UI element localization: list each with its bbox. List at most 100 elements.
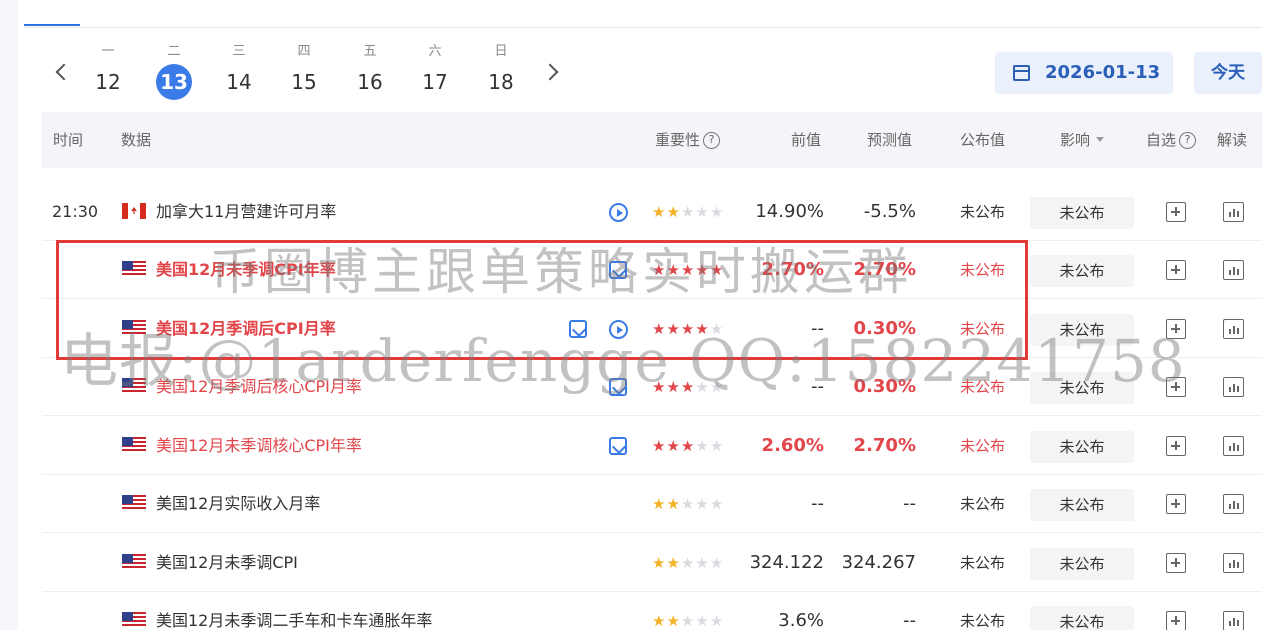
importance-stars-icon: ★★★★★ bbox=[652, 437, 725, 455]
today-button[interactable]: 今天 bbox=[1194, 52, 1262, 94]
previous-value: 324.122 bbox=[749, 552, 824, 573]
add-watch-icon[interactable] bbox=[1166, 436, 1186, 456]
weekday-label: 日 bbox=[494, 44, 508, 59]
header-importance: 重要性? bbox=[655, 112, 721, 168]
forecast-value: 324.267 bbox=[841, 552, 916, 573]
impact-badge: 未公布 bbox=[1030, 431, 1134, 463]
weekday-label: 五 bbox=[363, 44, 377, 59]
day-number: 15 bbox=[291, 70, 317, 94]
header-interpret: 解读 bbox=[1217, 131, 1248, 149]
add-watch-icon[interactable] bbox=[1166, 553, 1186, 573]
play-video-icon[interactable] bbox=[609, 203, 628, 222]
impact-badge: 未公布 bbox=[1030, 372, 1134, 404]
add-watch-icon[interactable] bbox=[1166, 202, 1186, 222]
cube-icon[interactable] bbox=[609, 437, 627, 455]
event-time: 21:30 bbox=[52, 202, 99, 221]
impact-badge: 未公布 bbox=[1030, 548, 1134, 580]
date-value: 2026-01-13 bbox=[1045, 62, 1161, 83]
us-flag-icon bbox=[122, 378, 146, 394]
annotation-box bbox=[56, 240, 1028, 360]
published-value: 未公布 bbox=[960, 437, 1006, 455]
weekday-label: 六 bbox=[428, 44, 442, 59]
importance-stars-icon: ★★★★★ bbox=[652, 378, 725, 396]
importance-stars-icon: ★★★★★ bbox=[652, 554, 725, 572]
header-published: 公布值 bbox=[960, 131, 1006, 149]
day-number: 14 bbox=[226, 70, 252, 94]
day-number: 18 bbox=[488, 70, 514, 94]
event-name[interactable]: 美国12月未季调CPI bbox=[156, 534, 298, 592]
add-watch-icon[interactable] bbox=[1166, 494, 1186, 514]
day-15[interactable]: 四 15 bbox=[284, 42, 324, 100]
previous-value: 14.90% bbox=[755, 201, 824, 222]
next-week-arrow-icon[interactable] bbox=[541, 58, 566, 88]
header-impact[interactable]: 影响 bbox=[1060, 112, 1105, 168]
day-16[interactable]: 五 16 bbox=[350, 42, 390, 100]
previous-value: -- bbox=[811, 493, 824, 514]
importance-stars-icon: ★★★★★ bbox=[652, 203, 725, 221]
prev-week-arrow-icon[interactable] bbox=[48, 58, 73, 88]
chart-icon[interactable] bbox=[1223, 494, 1244, 514]
forecast-value: 0.30% bbox=[853, 376, 916, 397]
header-time: 时间 bbox=[53, 131, 84, 149]
calendar-icon bbox=[1013, 65, 1030, 81]
event-name[interactable]: 加拿大11月营建许可月率 bbox=[156, 183, 336, 241]
weekday-label: 三 bbox=[232, 44, 246, 59]
event-name[interactable]: 美国12月未季调核心CPI年率 bbox=[156, 417, 362, 475]
previous-value: 2.60% bbox=[761, 435, 824, 456]
impact-badge: 未公布 bbox=[1030, 489, 1134, 521]
chart-icon[interactable] bbox=[1223, 436, 1244, 456]
event-name[interactable]: 美国12月未季调二手车和卡车通胀年率 bbox=[156, 592, 432, 630]
day-18[interactable]: 日 18 bbox=[481, 42, 521, 100]
impact-badge: 未公布 bbox=[1030, 197, 1134, 229]
chart-icon[interactable] bbox=[1223, 377, 1244, 397]
forecast-value: -- bbox=[903, 610, 916, 630]
add-watch-icon[interactable] bbox=[1166, 377, 1186, 397]
event-name[interactable]: 美国12月季调后核心CPI月率 bbox=[156, 358, 362, 416]
table-row[interactable]: 21:30 加拿大11月营建许可月率 ★★★★★ 14.90% -5.5% 未公布 未公布 bbox=[42, 183, 1262, 241]
header-data: 数据 bbox=[121, 131, 152, 149]
forecast-value: -5.5% bbox=[863, 201, 916, 222]
chart-icon[interactable] bbox=[1223, 553, 1244, 573]
table-row[interactable]: 美国12月季调后核心CPI月率 ★★★★★ -- 0.30% 未公布 未公布 bbox=[42, 358, 1262, 416]
importance-stars-icon: ★★★★★ bbox=[652, 612, 725, 630]
day-13[interactable]: 二 13 bbox=[154, 42, 194, 100]
add-watch-icon[interactable] bbox=[1166, 260, 1186, 280]
us-flag-icon bbox=[122, 495, 146, 511]
importance-stars-icon: ★★★★★ bbox=[652, 495, 725, 513]
table-row[interactable]: 美国12月未季调CPI ★★★★★ 324.122 324.267 未公布 未公布 bbox=[42, 534, 1262, 592]
chart-icon[interactable] bbox=[1223, 202, 1244, 222]
table-header: 时间 数据 重要性? 前值 预测值 公布值 影响 自选? 解读 bbox=[42, 112, 1262, 168]
event-name[interactable]: 美国12月实际收入月率 bbox=[156, 475, 320, 533]
day-number: 16 bbox=[357, 70, 383, 94]
add-watch-icon[interactable] bbox=[1166, 611, 1186, 630]
forecast-value: -- bbox=[903, 493, 916, 514]
day-14[interactable]: 三 14 bbox=[219, 42, 259, 100]
help-icon[interactable]: ? bbox=[1179, 132, 1197, 149]
published-value: 未公布 bbox=[960, 378, 1006, 396]
previous-value: -- bbox=[811, 376, 824, 397]
forecast-value: 2.70% bbox=[853, 435, 916, 456]
previous-value: 3.6% bbox=[778, 610, 824, 630]
cube-icon[interactable] bbox=[609, 378, 627, 396]
chart-icon[interactable] bbox=[1223, 611, 1244, 630]
day-17[interactable]: 六 17 bbox=[415, 42, 455, 100]
sort-down-icon[interactable] bbox=[1096, 137, 1105, 142]
date-picker[interactable]: 2026-01-13 bbox=[995, 52, 1173, 94]
chart-icon[interactable] bbox=[1223, 260, 1244, 280]
day-12[interactable]: 一 12 bbox=[88, 42, 128, 100]
weekday-label: 四 bbox=[297, 44, 311, 59]
tab-divider bbox=[24, 27, 1262, 28]
day-number: 17 bbox=[422, 70, 448, 94]
chart-icon[interactable] bbox=[1223, 319, 1244, 339]
add-watch-icon[interactable] bbox=[1166, 319, 1186, 339]
header-forecast: 预测值 bbox=[867, 131, 913, 149]
table-row[interactable]: 美国12月实际收入月率 ★★★★★ -- -- 未公布 未公布 bbox=[42, 475, 1262, 533]
table-row[interactable]: 美国12月未季调核心CPI年率 ★★★★★ 2.60% 2.70% 未公布 未公布 bbox=[42, 417, 1262, 475]
help-icon[interactable]: ? bbox=[703, 132, 721, 149]
table-row[interactable]: 美国12月未季调二手车和卡车通胀年率 ★★★★★ 3.6% -- 未公布 未公布 bbox=[42, 592, 1262, 630]
impact-badge: 未公布 bbox=[1030, 255, 1134, 287]
impact-badge: 未公布 bbox=[1030, 314, 1134, 346]
active-tab-indicator[interactable] bbox=[24, 0, 80, 26]
header-watch: 自选? bbox=[1146, 112, 1197, 168]
us-flag-icon bbox=[122, 554, 146, 570]
